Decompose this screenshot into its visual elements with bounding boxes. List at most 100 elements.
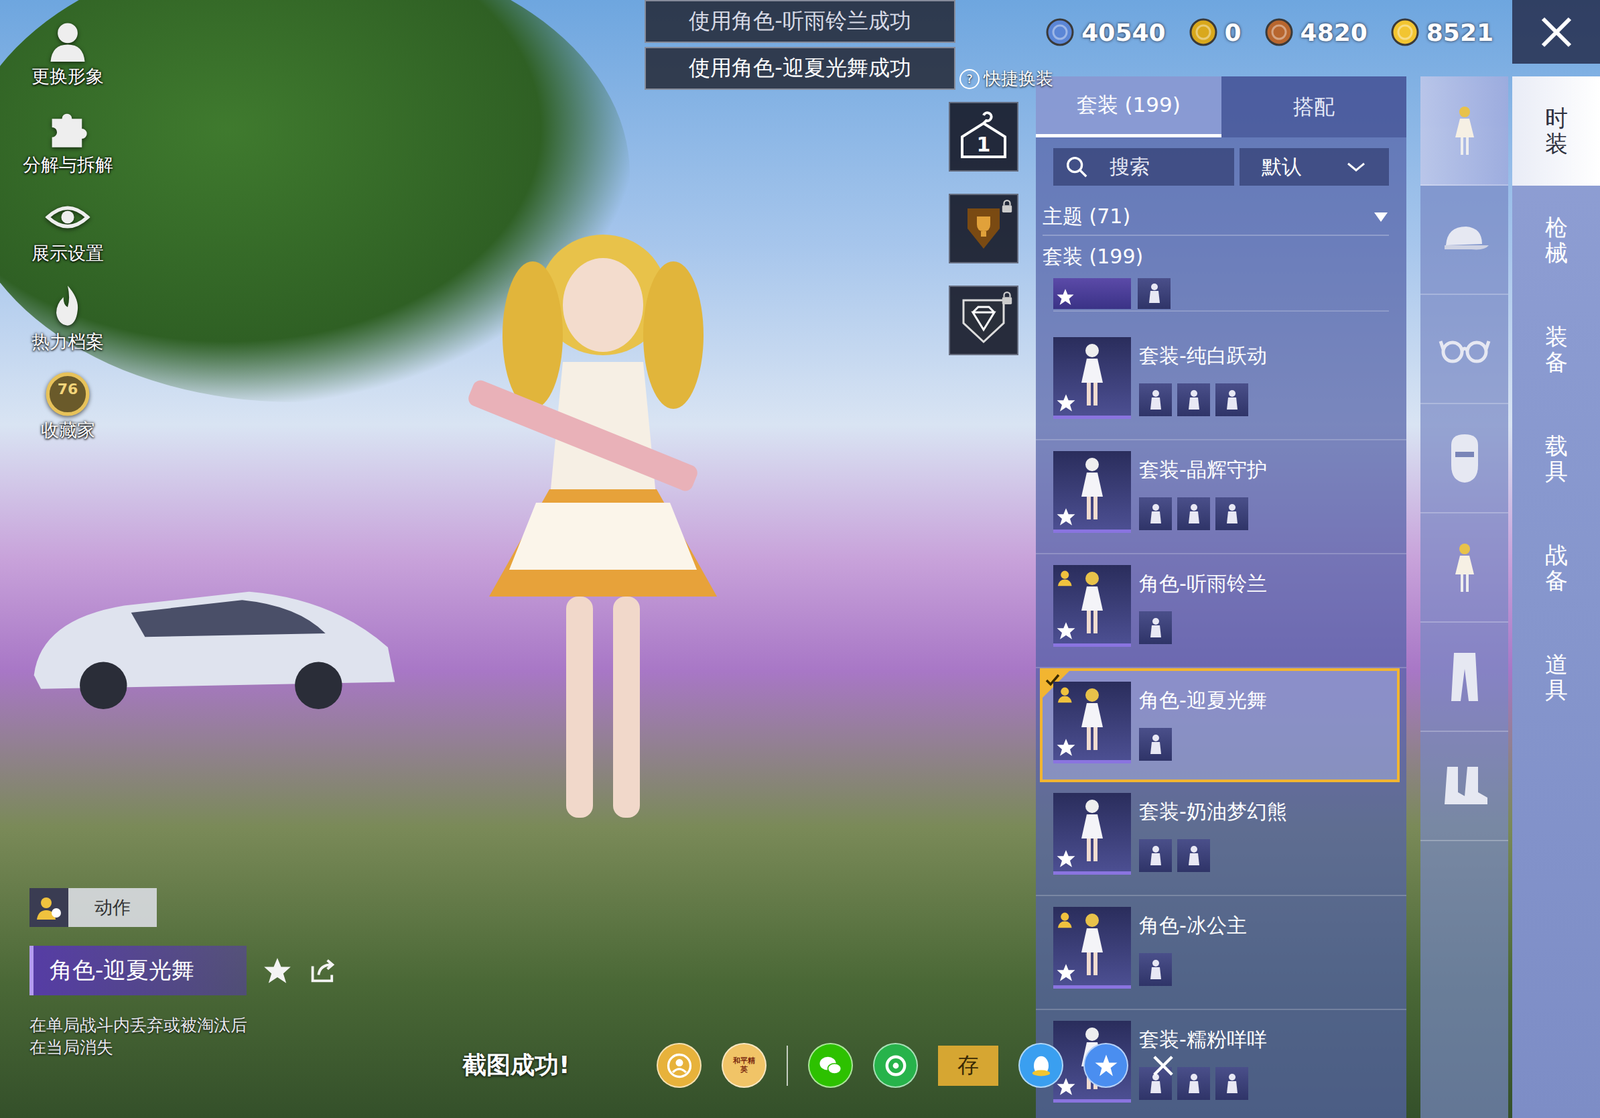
left-menu: 更换形象 分解与拆解 展示设置 热力档案 76 收藏家: [10, 17, 125, 443]
outfit-info: 动作 角色-迎夏光舞 在单局战斗内丢弃或被淘汰后在当局消失: [10, 887, 949, 1060]
share-qzone-button[interactable]: [1083, 1042, 1129, 1088]
qzone-icon: [1091, 1050, 1121, 1081]
share-wechat-button[interactable]: [808, 1042, 853, 1088]
category-item[interactable]: [1420, 731, 1509, 841]
help-icon[interactable]: ?: [959, 69, 980, 90]
left-menu-item[interactable]: 分解与拆解: [10, 105, 125, 177]
lock-icon: [1001, 290, 1014, 306]
part-thumbnail[interactable]: [1139, 838, 1172, 872]
panel-tab[interactable]: 搭配: [1221, 76, 1408, 138]
category-item[interactable]: [1420, 404, 1509, 514]
puzzle-icon: [44, 105, 91, 152]
share-qq-button[interactable]: [1018, 1042, 1064, 1088]
part-icon: [1142, 500, 1170, 528]
screenshot-status: 截图成功!: [462, 1048, 570, 1082]
collector-level: 76: [44, 380, 91, 398]
outfit-icon: [1437, 540, 1492, 595]
category-item[interactable]: [1420, 185, 1509, 295]
toast: 使用角色-听雨铃兰成功: [644, 0, 956, 43]
outfit-thumbnail: [1053, 906, 1131, 989]
close-icon[interactable]: [1148, 1050, 1178, 1081]
action-button[interactable]: 动作: [29, 887, 157, 927]
side-tabs: 时装枪械装备载具战备道具: [1512, 76, 1600, 1118]
outfit-item[interactable]: 角色-迎夏光舞: [1039, 668, 1400, 782]
part-thumbnail[interactable]: [1137, 278, 1171, 309]
outfit-icon: [1437, 103, 1492, 158]
trophy-button[interactable]: [948, 193, 1019, 264]
outfit-item[interactable]: 角色-听雨铃兰: [1035, 554, 1407, 669]
part-icon: [1218, 386, 1246, 414]
side-tab[interactable]: 战备: [1512, 513, 1600, 623]
theme-filter[interactable]: 主题 (71): [1042, 198, 1389, 236]
close-button[interactable]: [1512, 0, 1600, 64]
share-game-button[interactable]: 和平精英: [721, 1042, 767, 1088]
boots-icon: [1437, 759, 1492, 813]
category-item[interactable]: [1420, 513, 1509, 623]
star-icon: [1055, 737, 1077, 758]
wardrobe: 40540 0 4820 8521 套装 (199)搭配 搜索 默认 主题 (7…: [1035, 0, 1600, 1118]
part-thumbnail[interactable]: [1139, 611, 1172, 644]
left-menu-item[interactable]: 热力档案: [10, 282, 125, 354]
star-icon: [1055, 392, 1077, 413]
left-menu-item[interactable]: 展示设置: [10, 194, 125, 266]
toast-stack: 使用角色-听雨铃兰成功使用角色-迎夏光舞成功: [644, 0, 956, 90]
save-button[interactable]: 存: [938, 1045, 999, 1086]
part-thumbnail[interactable]: [1177, 383, 1211, 417]
left-menu-item[interactable]: 76 收藏家: [10, 371, 125, 443]
mask-icon: [1437, 431, 1492, 486]
diamond-button[interactable]: [948, 285, 1019, 356]
outfit-thumbnail: [1053, 450, 1131, 533]
part-icon: [1141, 280, 1168, 307]
part-icon: [1142, 614, 1170, 642]
part-thumbnail[interactable]: [1139, 497, 1172, 530]
outfit-thumbnail: [1053, 792, 1131, 875]
part-thumbnail[interactable]: [1215, 497, 1249, 530]
outfit-item[interactable]: 角色-冰公主: [1035, 895, 1407, 1010]
character-figure: [402, 221, 805, 858]
part-thumbnail[interactable]: [1215, 383, 1249, 417]
share-moments-button[interactable]: [873, 1042, 918, 1088]
part-icon: [1142, 730, 1170, 758]
part-thumbnail[interactable]: [1139, 727, 1172, 761]
part-icon: [1142, 386, 1170, 414]
search-icon: [1063, 154, 1090, 180]
eye-icon: [44, 194, 91, 240]
part-thumbnail[interactable]: [1177, 497, 1211, 530]
share-avatar-button[interactable]: [656, 1042, 702, 1088]
part-thumbnail[interactable]: [1215, 1066, 1249, 1100]
game-screen: 更换形象 分解与拆解 展示设置 热力档案 76 收藏家 动作 角色-迎夏光舞 在…: [0, 0, 1600, 1118]
stage: 更换形象 分解与拆解 展示设置 热力档案 76 收藏家 动作 角色-迎夏光舞 在…: [0, 0, 949, 1118]
search-field[interactable]: 搜索: [1053, 148, 1235, 186]
side-tab[interactable]: 枪械: [1512, 185, 1600, 295]
part-thumbnail[interactable]: [1139, 383, 1172, 417]
category-column: [1420, 76, 1509, 1118]
panel-tab[interactable]: 套装 (199): [1035, 76, 1222, 138]
outfit-thumbnail[interactable]: [1053, 278, 1131, 309]
outfit-item[interactable]: 套装-奶油梦幻熊: [1035, 781, 1407, 896]
category-item[interactable]: [1420, 294, 1509, 405]
star-icon: [1055, 620, 1077, 641]
star-icon: [1055, 962, 1077, 983]
flame-icon: [44, 282, 91, 329]
left-menu-item[interactable]: 更换形象: [10, 17, 125, 89]
hanger-button[interactable]: 1: [948, 101, 1019, 172]
category-item[interactable]: [1420, 622, 1509, 732]
outfit-item[interactable]: 套装-晶辉守护: [1035, 440, 1407, 555]
share-icon[interactable]: [308, 955, 338, 985]
side-tab[interactable]: 时装: [1512, 76, 1600, 186]
toast: 使用角色-迎夏光舞成功: [644, 46, 956, 90]
part-thumbnail[interactable]: [1177, 838, 1211, 872]
outfit-figure-icon: [1072, 568, 1113, 636]
category-item[interactable]: [1420, 76, 1509, 186]
side-tab[interactable]: 载具: [1512, 404, 1600, 514]
quick-outfit-label[interactable]: ? 快捷换装: [959, 67, 1054, 91]
outfit-item[interactable]: 套装-纯白跃动: [1035, 326, 1407, 441]
sort-dropdown[interactable]: 默认: [1239, 148, 1389, 186]
side-tab[interactable]: 道具: [1512, 622, 1600, 732]
star-icon: [1055, 1076, 1077, 1097]
favorite-star-icon[interactable]: [262, 955, 293, 985]
part-icon: [1180, 386, 1208, 414]
side-tab[interactable]: 装备: [1512, 294, 1600, 405]
part-thumbnail[interactable]: [1177, 1066, 1211, 1100]
part-thumbnail[interactable]: [1139, 952, 1172, 986]
